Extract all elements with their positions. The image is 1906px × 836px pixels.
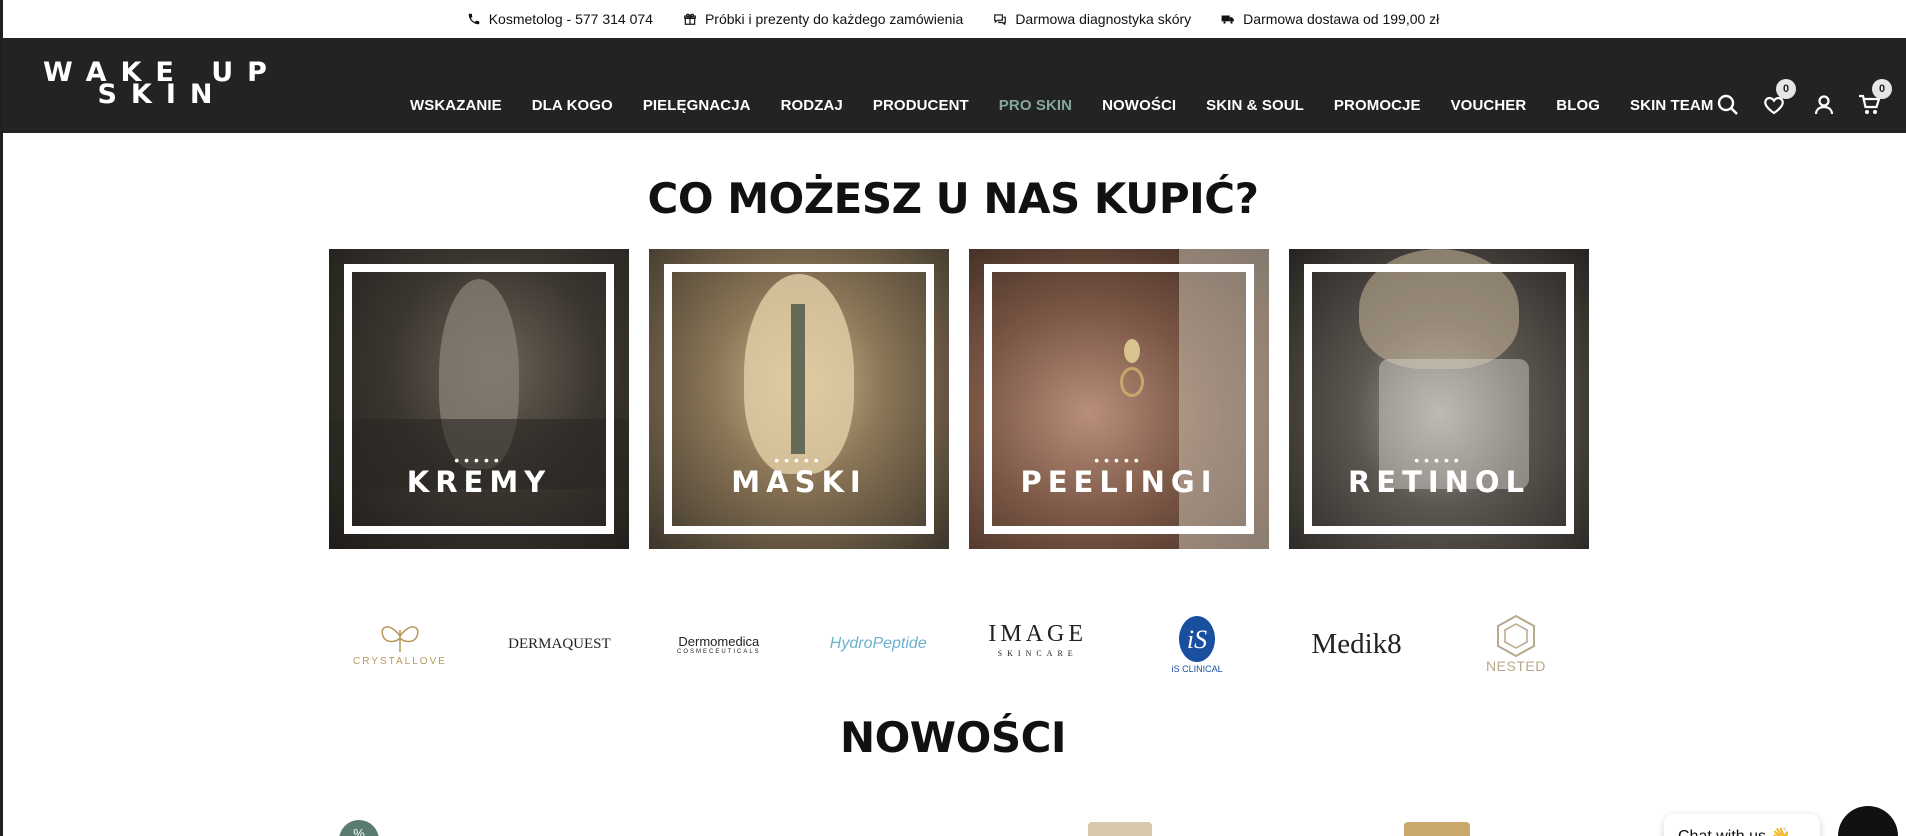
topbar-delivery-text: Darmowa dostawa od 199,00 zł	[1243, 11, 1440, 27]
nav-item-skin-soul[interactable]: SKIN & SOUL	[1206, 97, 1304, 114]
nav-item-producent[interactable]: PRODUCENT	[873, 97, 969, 114]
topbar-delivery: Darmowa dostawa od 199,00 zł	[1221, 11, 1439, 27]
wishlist-button[interactable]: 0	[1762, 79, 1796, 119]
product-thumbnail[interactable]	[1404, 822, 1470, 836]
chat-widget-bubble[interactable]: Chat with us 👋	[1664, 814, 1820, 836]
phone-icon	[468, 13, 479, 25]
nav-item-dla-kogo[interactable]: DLA KOGO	[532, 97, 613, 114]
category-label: KREMY	[406, 465, 552, 499]
site-logo[interactable]: WAKE UP SKIN	[42, 59, 282, 108]
header-actions: 0 0	[1716, 79, 1906, 123]
brand-logo-image-skincare[interactable]: IMAGE SKINCARE	[978, 609, 1098, 679]
brand-name: Medik8	[1311, 627, 1402, 660]
discount-badge: %	[339, 820, 379, 836]
news-title: NOWOŚCI	[839, 713, 1067, 762]
brand-logo-dermomedica[interactable]: Dermomedica COSMECEUTICALS	[659, 609, 779, 679]
brand-name: DERMAQUEST	[508, 635, 611, 652]
cart-count-badge: 0	[1872, 79, 1892, 99]
nav-item-voucher[interactable]: VOUCHER	[1451, 97, 1527, 114]
chat-launcher-button[interactable]	[1838, 806, 1898, 836]
category-label: PEELINGI	[1020, 465, 1218, 499]
brand-logo-medik8[interactable]: Medik8	[1297, 609, 1417, 679]
truck-icon	[1221, 15, 1235, 24]
brand-name: NESTED	[1486, 658, 1546, 674]
brand-tagline: COSMECEUTICALS	[677, 648, 761, 655]
page-left-border	[0, 0, 3, 836]
category-label: RETINOL	[1347, 465, 1531, 499]
topbar-phone[interactable]: Kosmetolog - 577 314 074	[467, 11, 653, 27]
search-button[interactable]	[1716, 93, 1742, 119]
butterfly-icon	[381, 625, 419, 652]
brand-logo-dermaquest[interactable]: DERMAQUEST	[499, 609, 619, 679]
nav-item-pro-skin[interactable]: PRO SKIN	[999, 97, 1072, 114]
topbar-gifts: Próbki i prezenty do każdego zamówienia	[683, 11, 963, 27]
topbar-diagnostics-text: Darmowa diagnostyka skóry	[1015, 11, 1192, 27]
topbar-phone-text: Kosmetolog - 577 314 074	[488, 11, 653, 27]
gift-icon	[684, 13, 696, 25]
account-button[interactable]	[1812, 93, 1838, 119]
nav-item-blog[interactable]: BLOG	[1556, 97, 1600, 114]
is-clinical-mark-icon: iS	[1179, 616, 1216, 662]
brand-logo-crystallove[interactable]: CRYSTALLOVE	[340, 609, 460, 679]
brand-logo-hydropeptide[interactable]: HydroPeptide	[818, 609, 938, 679]
main-nav: WSKAZANIE DLA KOGO PIELĘGNACJA RODZAJ PR…	[410, 97, 1713, 114]
nav-item-nowosci[interactable]: NOWOŚCI	[1102, 97, 1176, 114]
category-tile-maski[interactable]: ••••• MASKI	[649, 249, 949, 549]
nested-hexagon-icon	[1496, 614, 1535, 658]
nav-item-rodzaj[interactable]: RODZAJ	[781, 97, 843, 114]
nav-item-wskazanie[interactable]: WSKAZANIE	[410, 97, 502, 114]
topbar-diagnostics[interactable]: Darmowa diagnostyka skóry	[993, 11, 1191, 27]
wishlist-count-badge: 0	[1776, 79, 1796, 99]
nav-item-promocje[interactable]: PROMOCJE	[1334, 97, 1421, 114]
brand-name: iS CLINICAL	[1171, 664, 1223, 674]
search-icon	[1717, 94, 1738, 115]
category-tile-kremy[interactable]: ••••• KREMY	[329, 249, 629, 549]
brand-tagline: SKINCARE	[997, 649, 1078, 658]
nav-item-pielegnacja[interactable]: PIELĘGNACJA	[643, 97, 751, 114]
brand-logo-is-clinical[interactable]: iS iS CLINICAL	[1137, 609, 1257, 679]
categories-title: CO MOŻESZ U NAS KUPIĆ?	[647, 174, 1259, 223]
brand-name: IMAGE	[988, 621, 1088, 647]
brand-name: CRYSTALLOVE	[353, 655, 447, 667]
brand-logo-nested[interactable]: NESTED	[1456, 609, 1576, 679]
main-header: WAKE UP SKIN WSKAZANIE DLA KOGO PIELĘGNA…	[0, 38, 1906, 133]
category-tiles: ••••• KREMY ••••• MASKI ••••• PEELINGI •…	[329, 249, 1589, 549]
user-icon	[1814, 95, 1834, 115]
brand-logos-strip: CRYSTALLOVE DERMAQUEST Dermomedica COSME…	[340, 604, 1576, 684]
top-info-bar: Kosmetolog - 577 314 074 Próbki i prezen…	[0, 0, 1906, 38]
svg-text:iS: iS	[1187, 625, 1207, 654]
category-tile-retinol[interactable]: ••••• RETINOL	[1289, 249, 1589, 549]
brand-name: Dermomedica	[678, 633, 760, 649]
nav-item-skin-team[interactable]: SKIN TEAM	[1630, 97, 1713, 114]
brand-name: HydroPeptide	[829, 635, 927, 652]
category-label: MASKI	[731, 465, 867, 499]
product-thumbnail[interactable]	[1088, 822, 1152, 836]
chat-icon	[994, 14, 1007, 26]
topbar-gifts-text: Próbki i prezenty do każdego zamówienia	[704, 11, 964, 27]
cart-button[interactable]: 0	[1858, 79, 1892, 119]
category-tile-peelingi[interactable]: ••••• PEELINGI	[969, 249, 1269, 549]
